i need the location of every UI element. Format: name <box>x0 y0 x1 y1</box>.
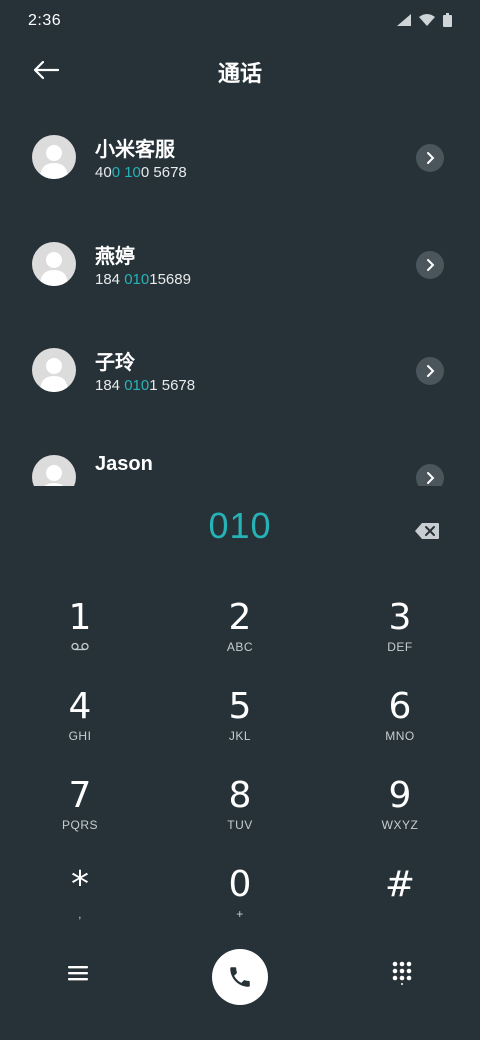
call-button[interactable] <box>212 949 268 1005</box>
contact-number: 184 01015689 <box>95 271 191 288</box>
contact-name: 子玲 <box>95 352 135 374</box>
avatar <box>32 242 76 286</box>
phone-icon <box>230 967 250 987</box>
key-letters: DEF <box>387 640 413 654</box>
key-9[interactable]: 9 WXYZ <box>340 776 460 856</box>
contact-number: 184 0101 5678 <box>95 377 196 394</box>
avatar <box>32 135 76 179</box>
wifi-icon <box>419 14 435 26</box>
key-letters: JKL <box>228 729 252 743</box>
key-hash[interactable]: # <box>340 865 460 945</box>
key-digit: 6 <box>388 686 412 727</box>
key-3[interactable]: 3 DEF <box>340 598 460 678</box>
key-2[interactable]: 2 ABC <box>180 598 300 678</box>
dialpad-button[interactable] <box>386 957 418 989</box>
battery-icon <box>443 13 452 27</box>
key-letters: MNO <box>385 729 415 743</box>
key-6[interactable]: 6 MNO <box>340 687 460 767</box>
key-letters: PQRS <box>61 818 98 832</box>
contact-details-button[interactable] <box>416 144 444 172</box>
avatar <box>32 455 76 486</box>
key-letters: , <box>78 907 82 921</box>
key-5[interactable]: 5 JKL <box>180 687 300 767</box>
key-digit: 1 <box>68 597 92 638</box>
contact-row[interactable]: 燕婷 184 01015689 <box>0 212 480 318</box>
key-digit: * <box>71 864 89 905</box>
key-digit: 0 <box>228 864 252 905</box>
backspace-button[interactable] <box>414 520 440 542</box>
key-star[interactable]: * , <box>20 865 140 945</box>
avatar <box>32 348 76 392</box>
menu-button[interactable] <box>62 957 94 989</box>
contact-name: 燕婷 <box>95 246 135 268</box>
chevron-right-icon <box>427 472 435 484</box>
contact-row[interactable]: 子玲 184 0101 5678 <box>0 318 480 424</box>
status-bar: 2:36 <box>0 0 480 42</box>
app-bar: 通话 <box>0 42 480 98</box>
contact-details-button[interactable] <box>416 464 444 486</box>
key-digit: 9 <box>388 775 412 816</box>
key-letters: GHI <box>68 729 92 743</box>
bottom-bar <box>0 945 480 1015</box>
dialpad-icon <box>392 961 412 985</box>
voicemail-icon <box>20 640 140 654</box>
key-digit: 8 <box>228 775 252 816</box>
key-digit: # <box>384 864 416 905</box>
contact-name: Jason <box>95 453 153 475</box>
signal-icon <box>397 14 411 26</box>
key-digit: 4 <box>68 686 92 727</box>
key-letters: ABC <box>226 640 254 654</box>
key-digit: 3 <box>388 597 412 638</box>
menu-icon <box>68 966 88 981</box>
status-icons <box>397 13 452 27</box>
chevron-right-icon <box>427 152 435 164</box>
contact-details-button[interactable] <box>416 251 444 279</box>
key-4[interactable]: 4 GHI <box>20 687 140 767</box>
backspace-icon <box>415 523 439 539</box>
key-letters: + <box>236 907 244 921</box>
page-title: 通话 <box>217 61 262 86</box>
key-digit: 5 <box>228 686 252 727</box>
key-7[interactable]: 7 PQRS <box>20 776 140 856</box>
key-digit: 2 <box>228 597 252 638</box>
key-0[interactable]: 0 + <box>180 865 300 945</box>
contact-list: 小米客服 400 100 5678 燕婷 184 01015689 子玲 184… <box>0 105 480 486</box>
key-letters: TUV <box>227 818 253 832</box>
chevron-right-icon <box>427 259 435 271</box>
contact-details-button[interactable] <box>416 357 444 385</box>
chevron-right-icon <box>427 365 435 377</box>
contact-row[interactable]: Jason <box>0 425 480 486</box>
status-time: 2:36 <box>28 12 62 29</box>
contact-name: 小米客服 <box>95 139 175 161</box>
key-1[interactable]: 1 <box>20 598 140 678</box>
contact-row[interactable]: 小米客服 400 100 5678 <box>0 105 480 211</box>
key-digit: 7 <box>68 775 92 816</box>
key-8[interactable]: 8 TUV <box>180 776 300 856</box>
key-letters: WXYZ <box>381 818 419 832</box>
contact-number: 400 100 5678 <box>95 164 187 181</box>
dialed-number: 010 <box>208 505 272 546</box>
